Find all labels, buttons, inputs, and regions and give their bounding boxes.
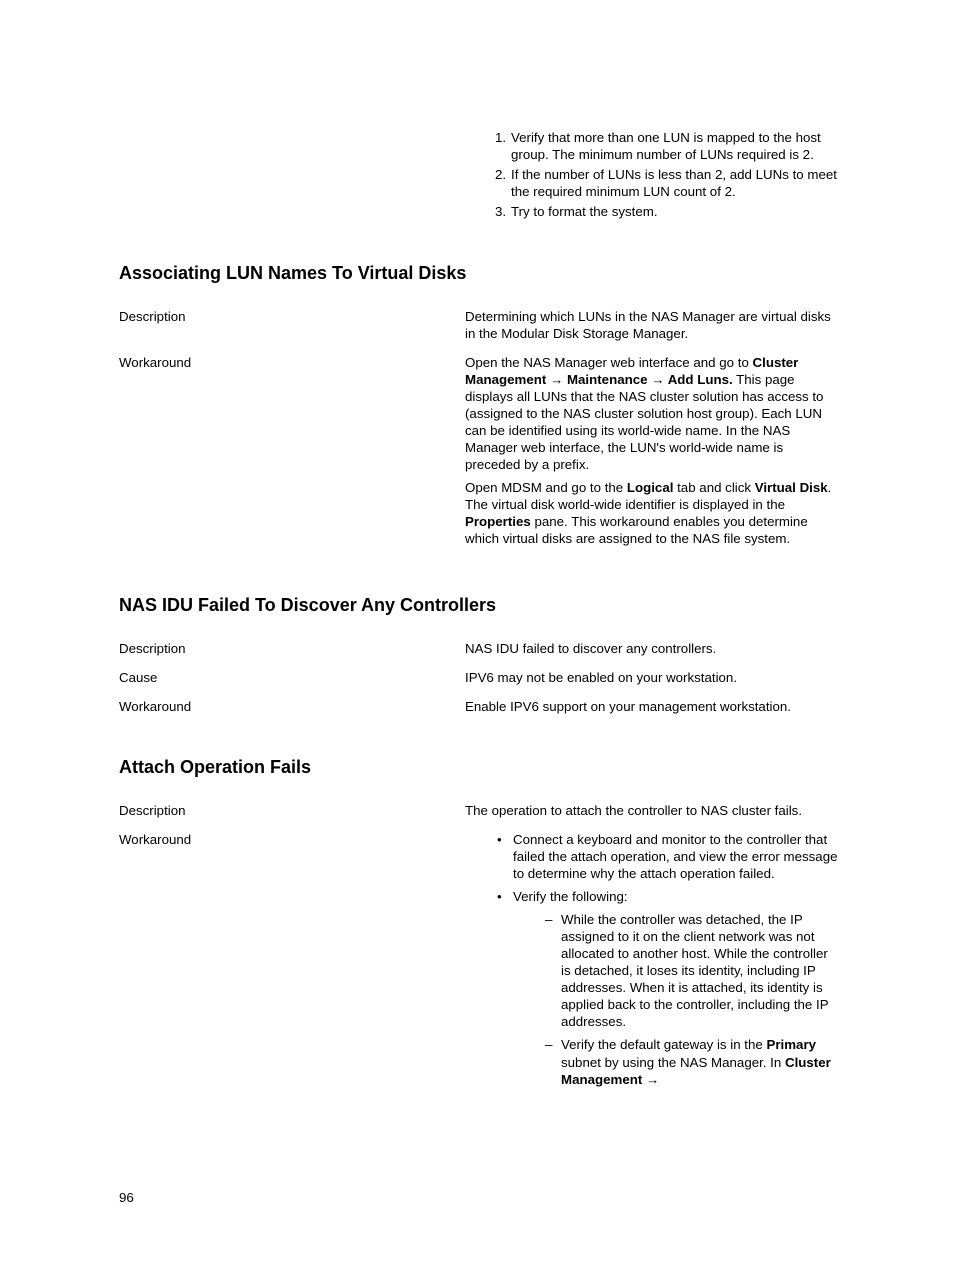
content-description: NAS IDU failed to discover any controlle…: [465, 636, 839, 665]
section-heading-associating-luns: Associating LUN Names To Virtual Disks: [119, 263, 839, 284]
label-workaround: Workaround: [119, 827, 465, 1101]
list-text: Verify that more than one LUN is mapped …: [511, 130, 821, 162]
text: Open the NAS Manager web interface and g…: [465, 355, 753, 370]
paragraph: Open the NAS Manager web interface and g…: [465, 354, 839, 473]
content-description: The operation to attach the controller t…: [465, 798, 839, 827]
text: tab and click: [673, 480, 754, 495]
label-description: Description: [119, 636, 465, 665]
label-description: Description: [119, 798, 465, 827]
text: subnet by using the NAS Manager. In: [561, 1055, 785, 1070]
list-item: 1. Verify that more than one LUN is mappe…: [495, 130, 839, 163]
list-marker: 1.: [495, 130, 506, 147]
text: Verify the default gateway is in the: [561, 1037, 767, 1052]
list-item: Verify the following: While the controll…: [497, 888, 839, 1087]
dash-list: While the controller was detached, the I…: [513, 911, 839, 1087]
list-item: While the controller was detached, the I…: [545, 911, 839, 1030]
list-marker: 2.: [495, 167, 506, 184]
label-workaround: Workaround: [119, 350, 465, 555]
list-item: 2. If the number of LUNs is less than 2, …: [495, 167, 839, 200]
content-cause: IPV6 may not be enabled on your workstat…: [465, 665, 839, 694]
label-description: Description: [119, 304, 465, 350]
paragraph: Open MDSM and go to the Logical tab and …: [465, 479, 839, 547]
definition-table: Description NAS IDU failed to discover a…: [119, 636, 839, 723]
list-marker: 3.: [495, 204, 506, 221]
bold-text: Virtual Disk: [755, 480, 828, 495]
content-workaround: Open the NAS Manager web interface and g…: [465, 350, 839, 555]
list-item: Verify the default gateway is in the Pri…: [545, 1036, 839, 1087]
definition-table: Description Determining which LUNs in th…: [119, 304, 839, 555]
section-heading-nas-idu: NAS IDU Failed To Discover Any Controlle…: [119, 595, 839, 616]
definition-table: Description The operation to attach the …: [119, 798, 839, 1101]
content-workaround: Enable IPV6 support on your management w…: [465, 694, 839, 723]
list-text: Try to format the system.: [511, 204, 658, 219]
document-page: 1. Verify that more than one LUN is mappe…: [0, 0, 954, 1205]
bold-text: Primary: [767, 1037, 817, 1052]
bold-text: Logical: [627, 480, 674, 495]
list-item: 3. Try to format the system.: [495, 204, 839, 221]
content-workaround: Connect a keyboard and monitor to the co…: [465, 827, 839, 1101]
list-text: If the number of LUNs is less than 2, ad…: [511, 167, 837, 199]
bold-text: Properties: [465, 514, 531, 529]
text: This page displays all LUNs that the NAS…: [465, 372, 823, 472]
bulleted-list: Connect a keyboard and monitor to the co…: [465, 831, 839, 1087]
text: Open MDSM and go to the: [465, 480, 627, 495]
label-cause: Cause: [119, 665, 465, 694]
top-numbered-list: 1. Verify that more than one LUN is mappe…: [119, 130, 839, 221]
label-workaround: Workaround: [119, 694, 465, 723]
section-heading-attach-fails: Attach Operation Fails: [119, 757, 839, 778]
list-item: Connect a keyboard and monitor to the co…: [497, 831, 839, 882]
content-description: Determining which LUNs in the NAS Manage…: [465, 304, 839, 350]
list-text: Verify the following:: [513, 889, 628, 904]
paragraph: Determining which LUNs in the NAS Manage…: [465, 308, 839, 342]
page-number: 96: [119, 1102, 839, 1205]
